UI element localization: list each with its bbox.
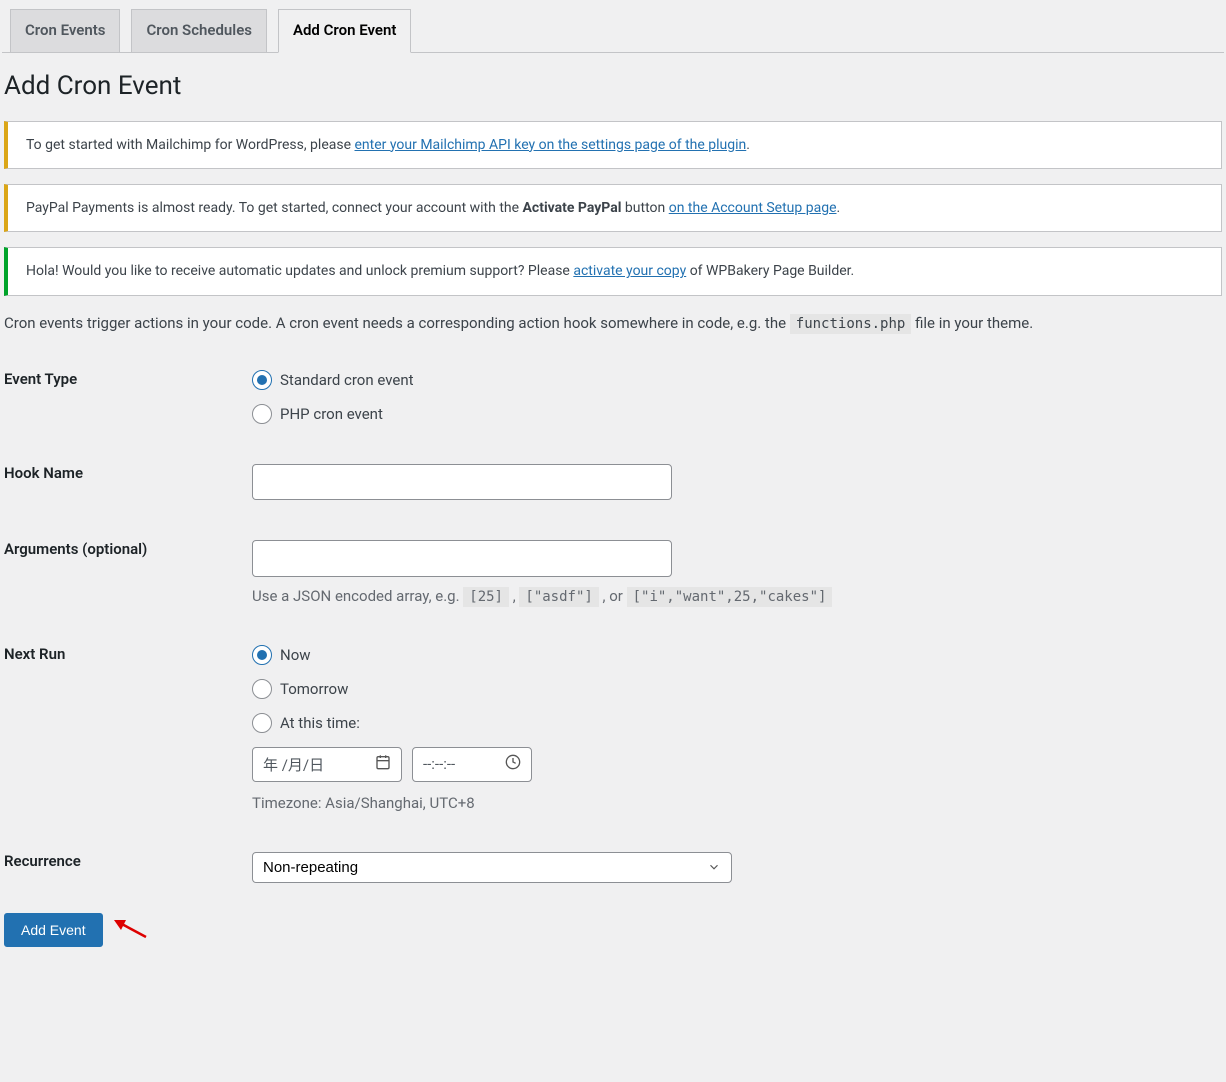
intro-post: file in your theme.	[911, 314, 1033, 332]
radio-now[interactable]	[252, 645, 272, 665]
tab-cron-schedules[interactable]: Cron Schedules	[131, 9, 267, 52]
hook-name-input[interactable]	[252, 464, 672, 501]
code-ex3: ["i","want",25,"cakes"]	[627, 587, 833, 607]
paypal-strong: Activate PayPal	[523, 200, 622, 216]
date-placeholder: 年 /月/日	[263, 754, 324, 775]
label-arguments: Arguments (optional)	[2, 520, 242, 625]
date-input[interactable]: 年 /月/日	[252, 747, 402, 782]
sep2: , or	[599, 587, 627, 605]
recurrence-select[interactable]: Non-repeating	[252, 852, 732, 883]
notice-text: .	[837, 200, 841, 216]
tab-cron-events[interactable]: Cron Events	[10, 9, 120, 52]
notice-wpbakery: Hola! Would you like to receive automati…	[4, 247, 1222, 295]
label-at-time[interactable]: At this time:	[280, 714, 360, 732]
radio-tomorrow[interactable]	[252, 679, 272, 699]
clock-icon	[505, 754, 521, 774]
page-title: Add Cron Event	[4, 71, 1224, 101]
calendar-icon	[375, 754, 391, 774]
paypal-setup-link[interactable]: on the Account Setup page	[669, 200, 837, 216]
mailchimp-settings-link[interactable]: enter your Mailchimp API key on the sett…	[355, 137, 747, 153]
arguments-input[interactable]	[252, 540, 672, 577]
label-hook-name: Hook Name	[2, 444, 242, 521]
label-php-cron[interactable]: PHP cron event	[280, 405, 383, 423]
label-next-run: Next Run	[2, 625, 242, 832]
time-input[interactable]: --:--:--	[412, 747, 532, 782]
notice-paypal: PayPal Payments is almost ready. To get …	[4, 184, 1222, 232]
add-event-button[interactable]: Add Event	[4, 913, 103, 947]
wpbakery-activate-link[interactable]: activate your copy	[573, 263, 686, 279]
notice-text: PayPal Payments is almost ready. To get …	[26, 200, 523, 216]
tab-add-cron-event[interactable]: Add Cron Event	[278, 9, 411, 53]
radio-at-time[interactable]	[252, 713, 272, 733]
notice-mailchimp: To get started with Mailchimp for WordPr…	[4, 121, 1222, 169]
label-now[interactable]: Now	[280, 646, 311, 664]
nav-tabs: Cron Events Cron Schedules Add Cron Even…	[2, 0, 1224, 53]
sep1: ,	[509, 587, 519, 605]
annotation-arrow-icon	[114, 917, 148, 945]
label-event-type: Event Type	[2, 350, 242, 444]
label-tomorrow[interactable]: Tomorrow	[280, 680, 348, 698]
intro-pre: Cron events trigger actions in your code…	[4, 314, 790, 332]
radio-standard-cron[interactable]	[252, 370, 272, 390]
notice-text: button	[621, 200, 668, 216]
code-ex2: ["asdf"]	[519, 587, 598, 607]
radio-php-cron[interactable]	[252, 404, 272, 424]
timezone-text: Timezone: Asia/Shanghai, UTC+8	[252, 794, 1214, 812]
arguments-desc: Use a JSON encoded array, e.g. [25] , ["…	[252, 587, 1214, 605]
desc-pre: Use a JSON encoded array, e.g.	[252, 587, 463, 605]
label-recurrence: Recurrence	[2, 832, 242, 903]
intro-text: Cron events trigger actions in your code…	[4, 314, 1222, 332]
label-standard-cron[interactable]: Standard cron event	[280, 371, 414, 389]
notice-text: of WPBakery Page Builder.	[686, 263, 854, 279]
notice-text: Hola! Would you like to receive automati…	[26, 263, 573, 279]
code-ex1: [25]	[463, 587, 509, 607]
notice-text: .	[746, 137, 750, 153]
time-placeholder: --:--:--	[423, 755, 455, 773]
notice-text: To get started with Mailchimp for WordPr…	[26, 137, 355, 153]
code-functions-php: functions.php	[790, 314, 912, 334]
